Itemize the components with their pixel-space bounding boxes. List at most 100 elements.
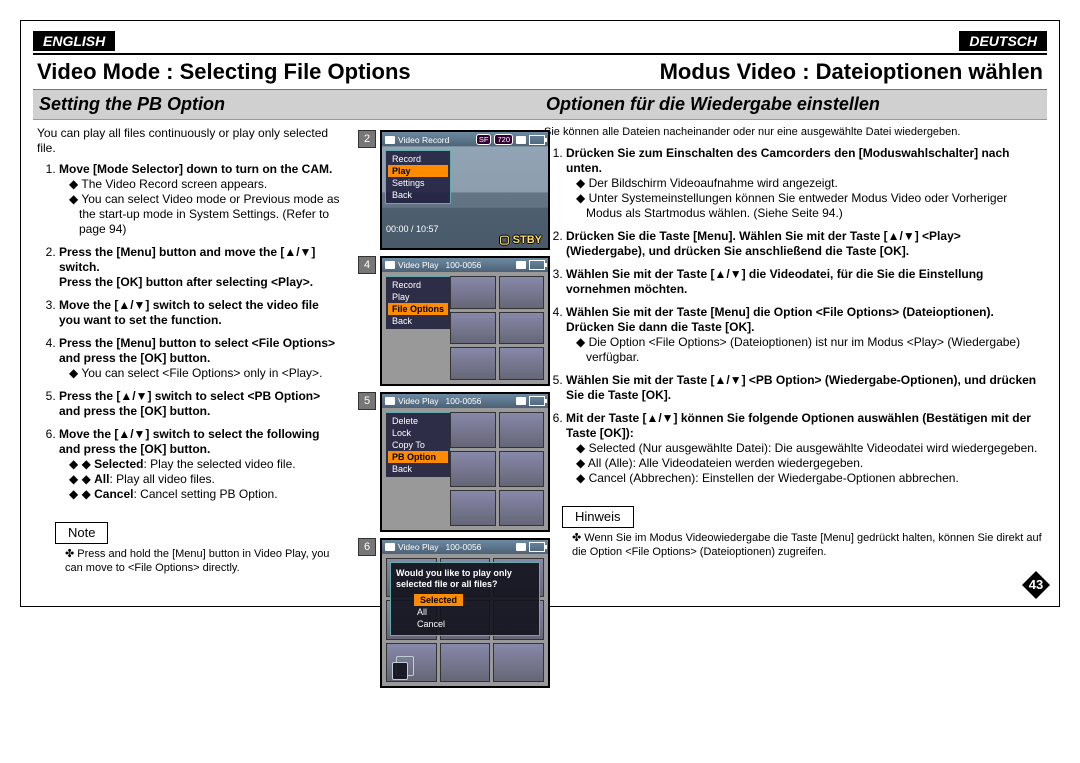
dialog-overlay: Would you like to play only selected fil… xyxy=(390,562,540,636)
page-number-badge: 43 xyxy=(1021,570,1051,600)
screen-video-play-6: Video Play 100-0056 xyxy=(380,538,550,688)
thumb xyxy=(499,312,545,345)
step-badge-6: 6 xyxy=(358,538,376,556)
step-4-en-title: Press the [Menu] button to select <File … xyxy=(59,336,335,365)
battery-icon xyxy=(529,542,545,552)
title-en: Video Mode : Selecting File Options xyxy=(33,55,540,89)
step-1-en-b: You can select Video mode or Previous mo… xyxy=(69,192,340,237)
menu-item: Lock xyxy=(388,427,448,439)
dialog-opt-all: All xyxy=(414,606,534,618)
step-6-en: Move the [▲/▼] switch to select the foll… xyxy=(59,427,340,502)
lang-deutsch-tab: DEUTSCH xyxy=(959,31,1047,51)
thumb xyxy=(450,276,496,309)
camera-icon xyxy=(385,136,395,144)
step-6-en-c: ◆ Cancel: Cancel setting PB Option. xyxy=(69,487,340,502)
step-1-de-a: Der Bildschirm Videoaufnahme wird angeze… xyxy=(576,176,1043,191)
card-icon xyxy=(516,543,526,551)
step-5-en: Press the [▲/▼] switch to select <PB Opt… xyxy=(59,389,340,419)
badge-720: 720 xyxy=(494,134,513,145)
camera-icon xyxy=(385,397,395,405)
step-6-en-title: Move the [▲/▼] switch to select the foll… xyxy=(59,427,319,456)
thumb xyxy=(499,451,545,487)
step-4-de: Wählen Sie mit der Taste [Menu] die Opti… xyxy=(566,305,1043,365)
subtitle-en: Setting the PB Option xyxy=(33,90,540,120)
step-3-en-title: Move the [▲/▼] switch to select the vide… xyxy=(59,298,319,327)
note-box-en: Note xyxy=(55,522,108,544)
thumb xyxy=(440,643,491,682)
thumb xyxy=(493,643,544,682)
column-deutsch: Sie können alle Dateien nacheinander ode… xyxy=(540,120,1047,576)
screen-video-play-5: Video Play 100-0056 Delete Lock Copy To … xyxy=(380,392,550,532)
step-6-en-b: ◆ All: Play all video files. xyxy=(69,472,340,487)
screen-row-6: 6 Video Play 100-0056 xyxy=(358,538,553,688)
thumb xyxy=(450,312,496,345)
screen4-menu: Record Play File Options Back xyxy=(385,276,451,330)
menu-item: Record xyxy=(388,279,448,291)
screen2-menu: Record Play Settings Back xyxy=(385,150,451,204)
step-2-en-title: Press the [Menu] button and move the [▲/… xyxy=(59,245,315,274)
thumb xyxy=(450,451,496,487)
step-badge-5: 5 xyxy=(358,392,376,410)
step-6-de-title: Mit der Taste [▲/▼] können Sie folgende … xyxy=(566,411,1031,440)
menu-item: Delete xyxy=(388,415,448,427)
menu-item: Play xyxy=(388,291,448,303)
step-badge-4: 4 xyxy=(358,256,376,274)
thumbnail-grid xyxy=(450,276,544,380)
badge-sf: SF xyxy=(476,134,492,145)
manual-page: ENGLISH DEUTSCH Video Mode : Selecting F… xyxy=(20,20,1060,607)
step-6-de-b: All (Alle): Alle Videodateien werden wie… xyxy=(576,456,1043,471)
screen2-title: Video Record xyxy=(398,135,449,145)
menu-item: Back xyxy=(388,189,448,201)
screen-row-2: 2 Video Record SF 720 Record Play xyxy=(358,130,553,250)
step-6-de-a: Selected (Nur ausgewählte Datei): Die au… xyxy=(576,441,1043,456)
step-3-de: Wählen Sie mit der Taste [▲/▼] die Video… xyxy=(566,267,1043,297)
menu-item: Settings xyxy=(388,177,448,189)
menu-item: Back xyxy=(388,315,448,327)
step-6-de-c: Cancel (Abbrechen): Einstellen der Wiede… xyxy=(576,471,1043,486)
card-icon xyxy=(516,261,526,269)
screenshots-column: 2 Video Record SF 720 Record Play xyxy=(358,130,553,688)
copy-files-icon xyxy=(396,656,414,676)
thumb xyxy=(499,347,545,380)
step-4-en: Press the [Menu] button to select <File … xyxy=(59,336,340,381)
step-1-de: Drücken Sie zum Einschalten des Camcorde… xyxy=(566,146,1043,221)
step-1-de-b: Unter Systemeinstellungen können Sie ent… xyxy=(576,191,1043,221)
menu-item: Record xyxy=(388,153,448,165)
camera-icon xyxy=(385,543,395,551)
steps-de: Drücken Sie zum Einschalten des Camcorde… xyxy=(544,146,1043,486)
thumb xyxy=(450,490,496,526)
screen5-file: 100-0056 xyxy=(445,396,481,406)
menu-item-highlight: PB Option xyxy=(388,451,448,463)
screen6-title: Video Play xyxy=(398,542,438,552)
menu-item-highlight: File Options xyxy=(388,303,448,315)
step-6-de: Mit der Taste [▲/▼] können Sie folgende … xyxy=(566,411,1043,486)
intro-en: You can play all files continuously or p… xyxy=(37,120,340,162)
menu-item: Copy To xyxy=(388,439,448,451)
lang-english-tab: ENGLISH xyxy=(33,31,115,51)
step-2-de: Drücken Sie die Taste [Menu]. Wählen Sie… xyxy=(566,229,1043,259)
intro-de: Sie können alle Dateien nacheinander ode… xyxy=(544,120,1043,146)
step-5-en-title: Press the [▲/▼] switch to select <PB Opt… xyxy=(59,389,320,418)
dialog-question: Would you like to play only selected fil… xyxy=(396,568,534,590)
thumb xyxy=(450,347,496,380)
dialog-opt-cancel: Cancel xyxy=(414,618,534,630)
subtitles-row: Setting the PB Option Optionen für die W… xyxy=(33,90,1047,120)
page-number: 43 xyxy=(1021,570,1051,600)
step-2-en: Press the [Menu] button and move the [▲/… xyxy=(59,245,340,290)
note-text-en: Press and hold the [Menu] button in Vide… xyxy=(37,548,340,576)
step-4-de-title: Wählen Sie mit der Taste [Menu] die Opti… xyxy=(566,305,994,334)
screen4-topbar: Video Play 100-0056 xyxy=(382,258,548,272)
card-icon xyxy=(516,136,526,144)
step-4-de-a: Die Option <File Options> (Dateioptionen… xyxy=(576,335,1043,365)
screen2-topbar: Video Record SF 720 xyxy=(382,132,548,147)
language-bar: ENGLISH DEUTSCH xyxy=(33,31,1047,51)
step-1-de-title: Drücken Sie zum Einschalten des Camcorde… xyxy=(566,146,1009,175)
menu-item-highlight: Play xyxy=(388,165,448,177)
note-box-de: Hinweis xyxy=(562,506,634,528)
screen-video-play-4: Video Play 100-0056 Record Play File Opt… xyxy=(380,256,550,386)
step-3-de-title: Wählen Sie mit der Taste [▲/▼] die Video… xyxy=(566,267,983,296)
step-3-en: Move the [▲/▼] switch to select the vide… xyxy=(59,298,340,328)
thumb xyxy=(499,276,545,309)
screen4-title: Video Play xyxy=(398,260,438,270)
screen6-topbar: Video Play 100-0056 xyxy=(382,540,548,554)
